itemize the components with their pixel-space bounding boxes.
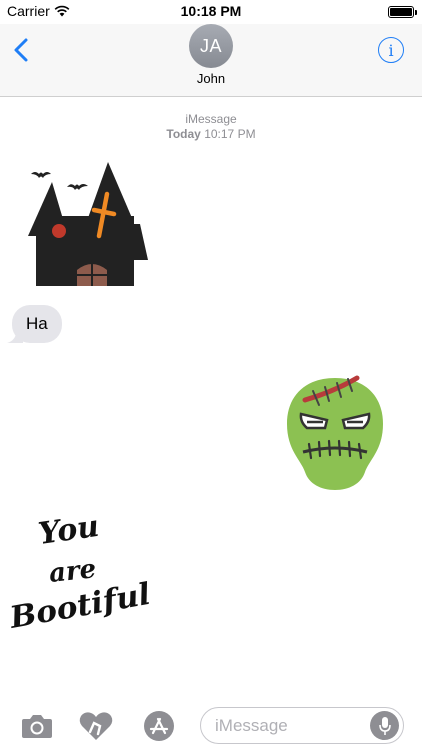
battery-level bbox=[390, 8, 412, 16]
bat-icon bbox=[31, 172, 51, 178]
microphone-glyph bbox=[378, 716, 391, 735]
window-icon bbox=[52, 224, 66, 238]
zombie-head-sticker[interactable] bbox=[283, 372, 387, 492]
message-input[interactable] bbox=[215, 716, 365, 736]
compose-bar bbox=[0, 702, 422, 750]
contact-avatar[interactable]: JA bbox=[189, 24, 233, 68]
thread-date: Today 10:17 PM bbox=[0, 127, 422, 142]
thread-time: 10:17 PM bbox=[204, 127, 256, 141]
status-bar: Carrier 10:18 PM bbox=[0, 0, 422, 24]
sticker-line-1: You bbox=[36, 510, 101, 552]
haunted-house-sticker[interactable] bbox=[22, 160, 152, 290]
battery-icon bbox=[388, 6, 417, 18]
thread-timestamp: iMessage Today 10:17 PM bbox=[0, 112, 422, 142]
service-label: iMessage bbox=[185, 112, 237, 126]
you-are-bootiful-sticker[interactable]: You are Bootiful bbox=[8, 510, 158, 650]
app-store-icon[interactable] bbox=[141, 710, 177, 742]
sticker-line-2: are bbox=[48, 554, 98, 589]
bat-icon bbox=[67, 184, 88, 190]
digital-touch-icon[interactable] bbox=[78, 710, 114, 742]
camera-icon[interactable] bbox=[19, 710, 55, 742]
conversation-header: JA John i bbox=[0, 24, 422, 97]
message-row: Ha bbox=[7, 305, 62, 343]
info-icon[interactable]: i bbox=[378, 37, 404, 63]
message-field[interactable] bbox=[200, 707, 404, 744]
message-bubble[interactable]: Ha bbox=[12, 305, 62, 343]
status-time: 10:18 PM bbox=[180, 3, 242, 19]
chevron-left-icon[interactable] bbox=[10, 36, 34, 64]
contact-name[interactable]: John bbox=[0, 71, 422, 86]
thread-day: Today bbox=[166, 127, 201, 141]
microphone-icon[interactable] bbox=[370, 711, 399, 740]
